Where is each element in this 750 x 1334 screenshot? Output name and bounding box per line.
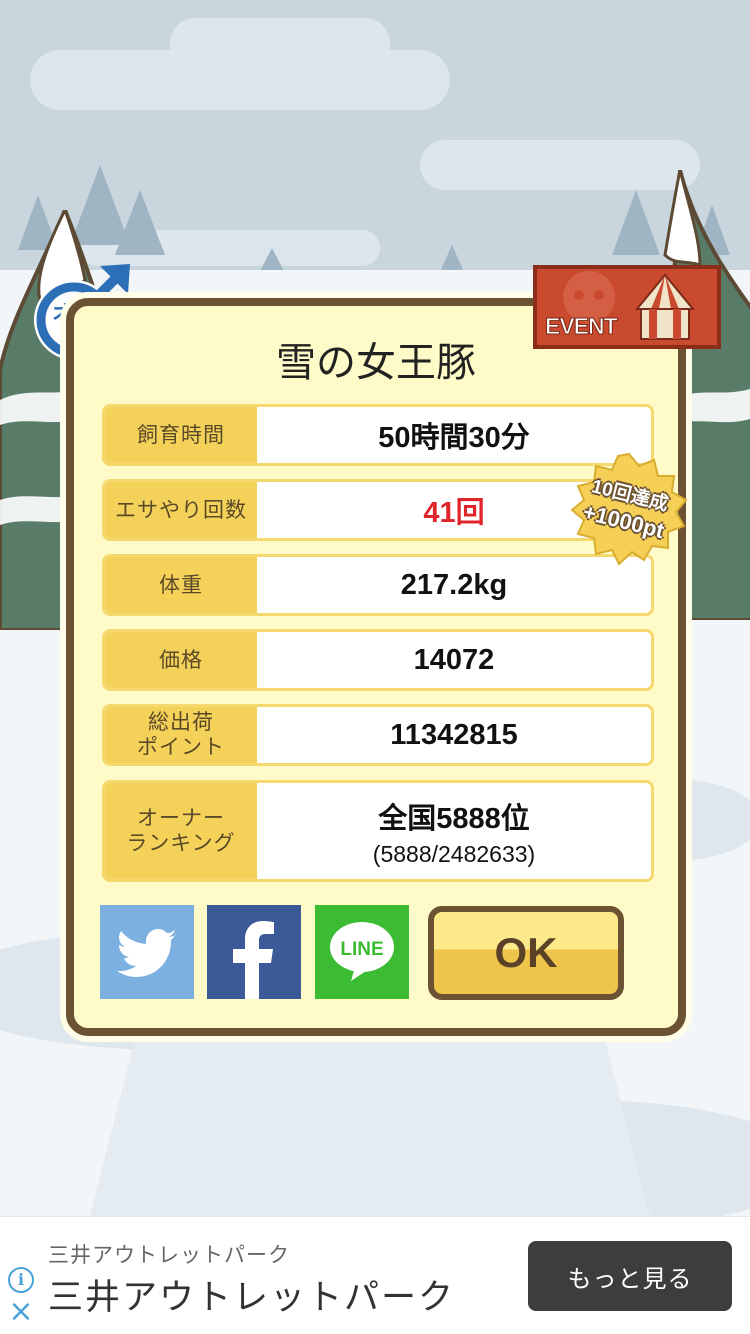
ad-headline[interactable]: 三井アウトレットパーク [48, 1269, 455, 1320]
ad-banner[interactable]: 三井アウトレットパーク 三井アウトレットパーク i × もっと見る [0, 1216, 750, 1334]
stat-label: 体重 [105, 557, 257, 613]
stat-label: 総出荷 ポイント [105, 707, 257, 763]
stat-label: 飼育時間 [105, 407, 257, 463]
svg-text:LINE: LINE [340, 939, 383, 960]
stat-row-price: 価格 14072 [102, 629, 654, 691]
stat-value: 全国5888位 (5888/2482633) [257, 783, 651, 879]
stat-value: 14072 [413, 643, 495, 676]
share-facebook-button[interactable] [207, 905, 301, 999]
stat-label: エサやり回数 [105, 482, 257, 538]
light-beam [90, 1040, 650, 1216]
share-line-button[interactable]: LINE [315, 905, 409, 999]
event-banner[interactable]: EVENT [533, 265, 721, 349]
share-twitter-button[interactable] [100, 905, 194, 999]
stat-label: 価格 [105, 632, 257, 688]
ok-button[interactable]: OK [428, 906, 624, 1000]
line-logo-icon: LINE [330, 922, 394, 981]
pig-status-dialog: 雪の女王豚 飼育時間 50時間30分 エサやり回数 41回 体重 217.2kg… [66, 298, 686, 1036]
stat-value: 11342815 [390, 718, 518, 751]
stat-row-shipping-points: 総出荷 ポイント 11342815 [102, 704, 654, 766]
facebook-f-icon [233, 921, 274, 999]
ad-cta-button[interactable]: もっと見る [528, 1241, 732, 1311]
stat-row-owner-ranking: オーナー ランキング 全国5888位 (5888/2482633) [102, 780, 654, 882]
ad-close-icon[interactable]: × [8, 1297, 34, 1327]
ad-info-icon[interactable]: i [8, 1267, 34, 1293]
stat-label: オーナー ランキング [105, 783, 257, 879]
ad-sponsor: 三井アウトレットパーク [48, 1244, 290, 1267]
ranking-detail: (5888/2482633) [372, 840, 536, 867]
ranking-value: 全国5888位 [378, 802, 530, 835]
event-label: EVENT [545, 313, 619, 340]
twitter-bird-icon [117, 929, 176, 977]
